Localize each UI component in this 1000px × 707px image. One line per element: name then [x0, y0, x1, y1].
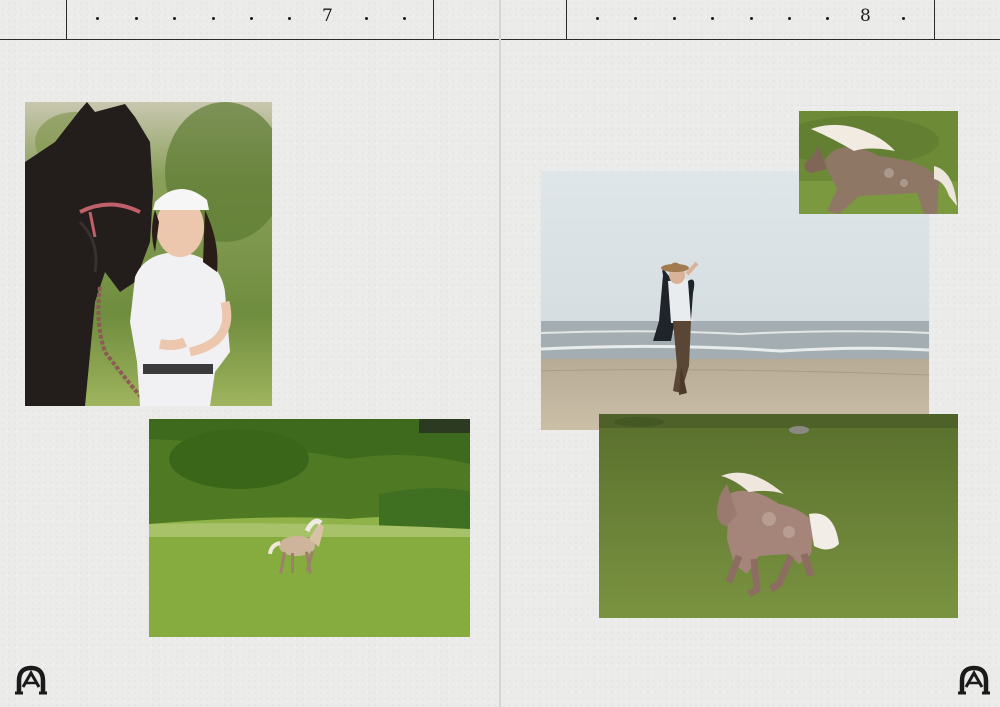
woman-with-dark-horse-photo [25, 102, 272, 406]
dot [250, 17, 253, 20]
header-rule [0, 39, 499, 40]
dot [788, 17, 791, 20]
dot [750, 17, 753, 20]
header-divider [566, 0, 567, 40]
dot [902, 17, 905, 20]
left-page: 7 [0, 0, 499, 707]
header-divider [934, 0, 935, 40]
dot [135, 17, 138, 20]
pony-running-on-field-photo [149, 419, 470, 637]
dot [826, 17, 829, 20]
pony-mane-closeup-photo [799, 111, 958, 214]
page-number: 8 [860, 6, 871, 26]
dot [173, 17, 176, 20]
dot [634, 17, 637, 20]
header-divider [66, 0, 67, 40]
horseshoe-a-logo [957, 665, 991, 695]
dot [596, 17, 599, 20]
pony-galloping-on-grass-photo [599, 414, 958, 618]
right-page: 8 [501, 0, 1000, 707]
dot [212, 17, 215, 20]
dot [288, 17, 291, 20]
dot [403, 17, 406, 20]
horseshoe-a-logo [14, 665, 48, 695]
header-rule [501, 39, 1000, 40]
page-number: 7 [322, 6, 333, 26]
dot [673, 17, 676, 20]
dot [711, 17, 714, 20]
dot [96, 17, 99, 20]
header-divider [433, 0, 434, 40]
dot [365, 17, 368, 20]
